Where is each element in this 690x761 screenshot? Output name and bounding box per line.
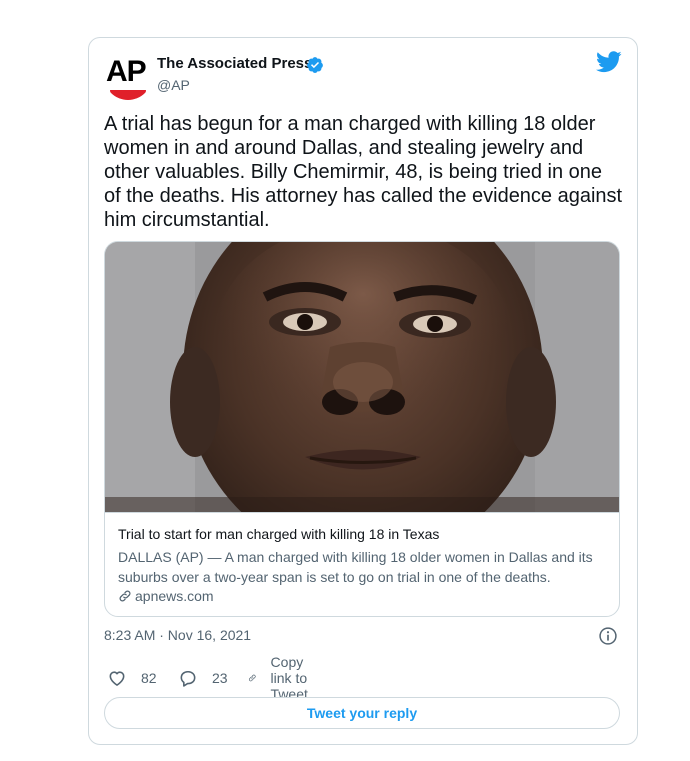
copy-link-label: Copy link to Tweet bbox=[270, 654, 308, 702]
author-display-name[interactable]: The Associated Press bbox=[157, 55, 312, 72]
tweet-text: A trial has begun for a man charged with… bbox=[104, 113, 623, 231]
like-count: 82 bbox=[141, 670, 157, 686]
link-preview-body: Trial to start for man charged with kill… bbox=[105, 512, 619, 616]
author-handle[interactable]: @AP bbox=[157, 77, 190, 93]
reply-bubble-icon bbox=[180, 670, 196, 687]
ap-logo: AP bbox=[106, 55, 147, 88]
ap-logo-red-swoosh bbox=[110, 90, 146, 100]
mugshot-photo bbox=[105, 242, 619, 512]
reply-count: 23 bbox=[212, 670, 228, 686]
link-preview-description: DALLAS (AP) — A man charged with killing… bbox=[118, 549, 593, 585]
tweet-your-reply-button[interactable]: Tweet your reply bbox=[104, 697, 620, 729]
reply-action-button[interactable]: 23 bbox=[178, 666, 228, 690]
tweet-timestamp[interactable]: 8:23 AM · Nov 16, 2021 bbox=[104, 627, 251, 643]
like-button[interactable]: 82 bbox=[107, 666, 157, 690]
link-preview-domain: apnews.com bbox=[135, 588, 214, 604]
link-icon bbox=[248, 674, 256, 682]
link-preview-domain-row: apnews.com bbox=[118, 588, 214, 604]
heart-icon bbox=[109, 671, 125, 686]
copy-link-button[interactable]: Copy link to Tweet bbox=[248, 654, 319, 702]
twitter-bird-icon[interactable] bbox=[596, 51, 622, 73]
link-icon bbox=[119, 590, 131, 602]
verified-badge-icon bbox=[307, 57, 323, 73]
author-avatar[interactable]: AP bbox=[104, 52, 152, 100]
info-icon[interactable] bbox=[598, 626, 618, 646]
link-preview-card[interactable]: Trial to start for man charged with kill… bbox=[104, 241, 620, 617]
link-preview-title: Trial to start for man charged with kill… bbox=[118, 526, 440, 542]
